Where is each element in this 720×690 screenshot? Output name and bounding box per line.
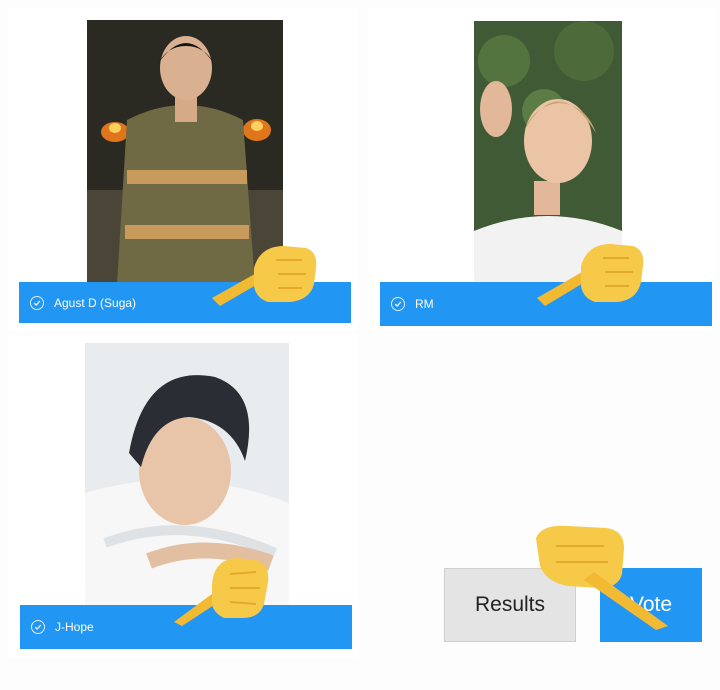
option-label: J-Hope bbox=[55, 620, 94, 634]
person-photo-j-hope bbox=[85, 343, 289, 608]
poll-option-card[interactable]: Agust D (Suga) bbox=[8, 8, 358, 330]
person-photo-agust-d bbox=[87, 20, 283, 285]
check-circle-icon bbox=[30, 295, 44, 310]
option-label: Agust D (Suga) bbox=[54, 295, 137, 310]
poll-option-bar[interactable]: RM bbox=[380, 282, 712, 326]
check-circle-icon bbox=[391, 297, 405, 311]
vote-button[interactable]: Vote bbox=[600, 568, 702, 642]
check-circle-icon bbox=[31, 620, 45, 634]
poll-option-card[interactable]: J-Hope bbox=[8, 335, 358, 657]
poll-option-card[interactable]: RM bbox=[368, 8, 714, 330]
person-photo-rm bbox=[474, 21, 622, 285]
results-button[interactable]: Results bbox=[444, 568, 576, 642]
poll-option-bar[interactable]: Agust D (Suga) bbox=[19, 282, 351, 323]
poll-option-bar[interactable]: J-Hope bbox=[20, 605, 352, 649]
option-label: RM bbox=[415, 297, 434, 311]
